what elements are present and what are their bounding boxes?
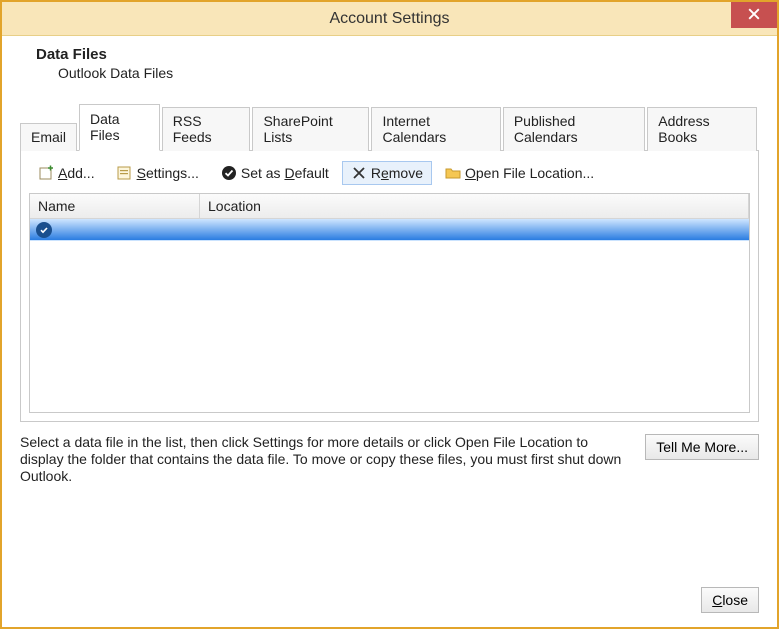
remove-icon bbox=[351, 165, 367, 181]
page-header: Data Files Outlook Data Files bbox=[2, 36, 777, 85]
tab-email[interactable]: Email bbox=[20, 123, 77, 151]
close-icon bbox=[748, 7, 760, 23]
open-file-location-label: Open File Location... bbox=[465, 165, 594, 181]
data-files-panel: Add... Settings... Set as Default Remove bbox=[20, 151, 759, 422]
table-body bbox=[30, 219, 749, 409]
page-subtitle: Outlook Data Files bbox=[58, 65, 759, 81]
page-title: Data Files bbox=[36, 46, 759, 63]
account-settings-window: Account Settings Data Files Outlook Data… bbox=[0, 0, 779, 629]
window-close-button[interactable] bbox=[731, 2, 777, 28]
settings-label: Settings... bbox=[137, 165, 199, 181]
remove-label: Remove bbox=[371, 165, 423, 181]
add-button[interactable]: Add... bbox=[29, 161, 104, 185]
tab-sharepoint-lists[interactable]: SharePoint Lists bbox=[252, 107, 369, 151]
settings-button[interactable]: Settings... bbox=[108, 161, 208, 185]
help-row: Select a data file in the list, then cli… bbox=[20, 434, 759, 484]
tab-internet-calendars[interactable]: Internet Calendars bbox=[371, 107, 500, 151]
window-title: Account Settings bbox=[329, 10, 449, 28]
set-default-label: Set as Default bbox=[241, 165, 329, 181]
default-indicator-icon bbox=[36, 222, 52, 238]
open-file-location-button[interactable]: Open File Location... bbox=[436, 161, 603, 185]
settings-icon bbox=[117, 165, 133, 181]
tab-data-files[interactable]: Data Files bbox=[79, 104, 160, 151]
table-header: Name Location bbox=[30, 194, 749, 219]
set-default-button[interactable]: Set as Default bbox=[212, 161, 338, 185]
add-icon bbox=[38, 165, 54, 181]
data-files-table: Name Location bbox=[29, 193, 750, 413]
help-text: Select a data file in the list, then cli… bbox=[20, 434, 633, 484]
tab-address-books[interactable]: Address Books bbox=[647, 107, 757, 151]
tell-me-more-button[interactable]: Tell Me More... bbox=[645, 434, 759, 460]
tab-rss-feeds[interactable]: RSS Feeds bbox=[162, 107, 251, 151]
folder-icon bbox=[445, 165, 461, 181]
check-circle-icon bbox=[221, 165, 237, 181]
column-header-location[interactable]: Location bbox=[200, 194, 749, 218]
titlebar: Account Settings bbox=[2, 2, 777, 36]
add-label: Add... bbox=[58, 165, 95, 181]
table-row[interactable] bbox=[30, 219, 749, 241]
column-header-name[interactable]: Name bbox=[30, 194, 200, 218]
remove-button[interactable]: Remove bbox=[342, 161, 432, 185]
close-button[interactable]: Close bbox=[701, 587, 759, 613]
tabstrip: Email Data Files RSS Feeds SharePoint Li… bbox=[20, 121, 759, 151]
tab-published-calendars[interactable]: Published Calendars bbox=[503, 107, 645, 151]
dialog-footer: Close bbox=[701, 587, 759, 613]
toolbar: Add... Settings... Set as Default Remove bbox=[29, 159, 750, 193]
